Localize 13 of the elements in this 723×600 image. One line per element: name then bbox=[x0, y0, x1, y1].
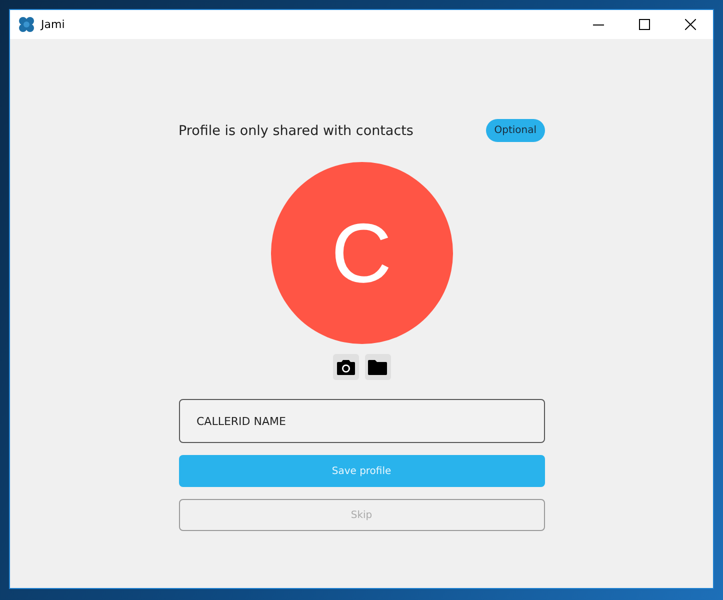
window-title: Jami bbox=[41, 18, 66, 31]
logo-icon bbox=[18, 16, 35, 33]
name-input[interactable]: CALLERID NAME bbox=[178, 399, 544, 443]
camera-button[interactable] bbox=[332, 354, 358, 380]
camera-icon bbox=[336, 360, 354, 374]
folder-button[interactable] bbox=[364, 354, 390, 380]
save-button[interactable]: Save profile bbox=[178, 455, 544, 487]
optional-badge: Optional bbox=[486, 119, 544, 142]
close-icon bbox=[684, 19, 696, 30]
folder-icon bbox=[368, 360, 387, 374]
avatar: C bbox=[270, 162, 452, 344]
maximize-icon bbox=[638, 19, 650, 30]
profile-heading: Profile is only shared with contacts bbox=[178, 122, 414, 138]
